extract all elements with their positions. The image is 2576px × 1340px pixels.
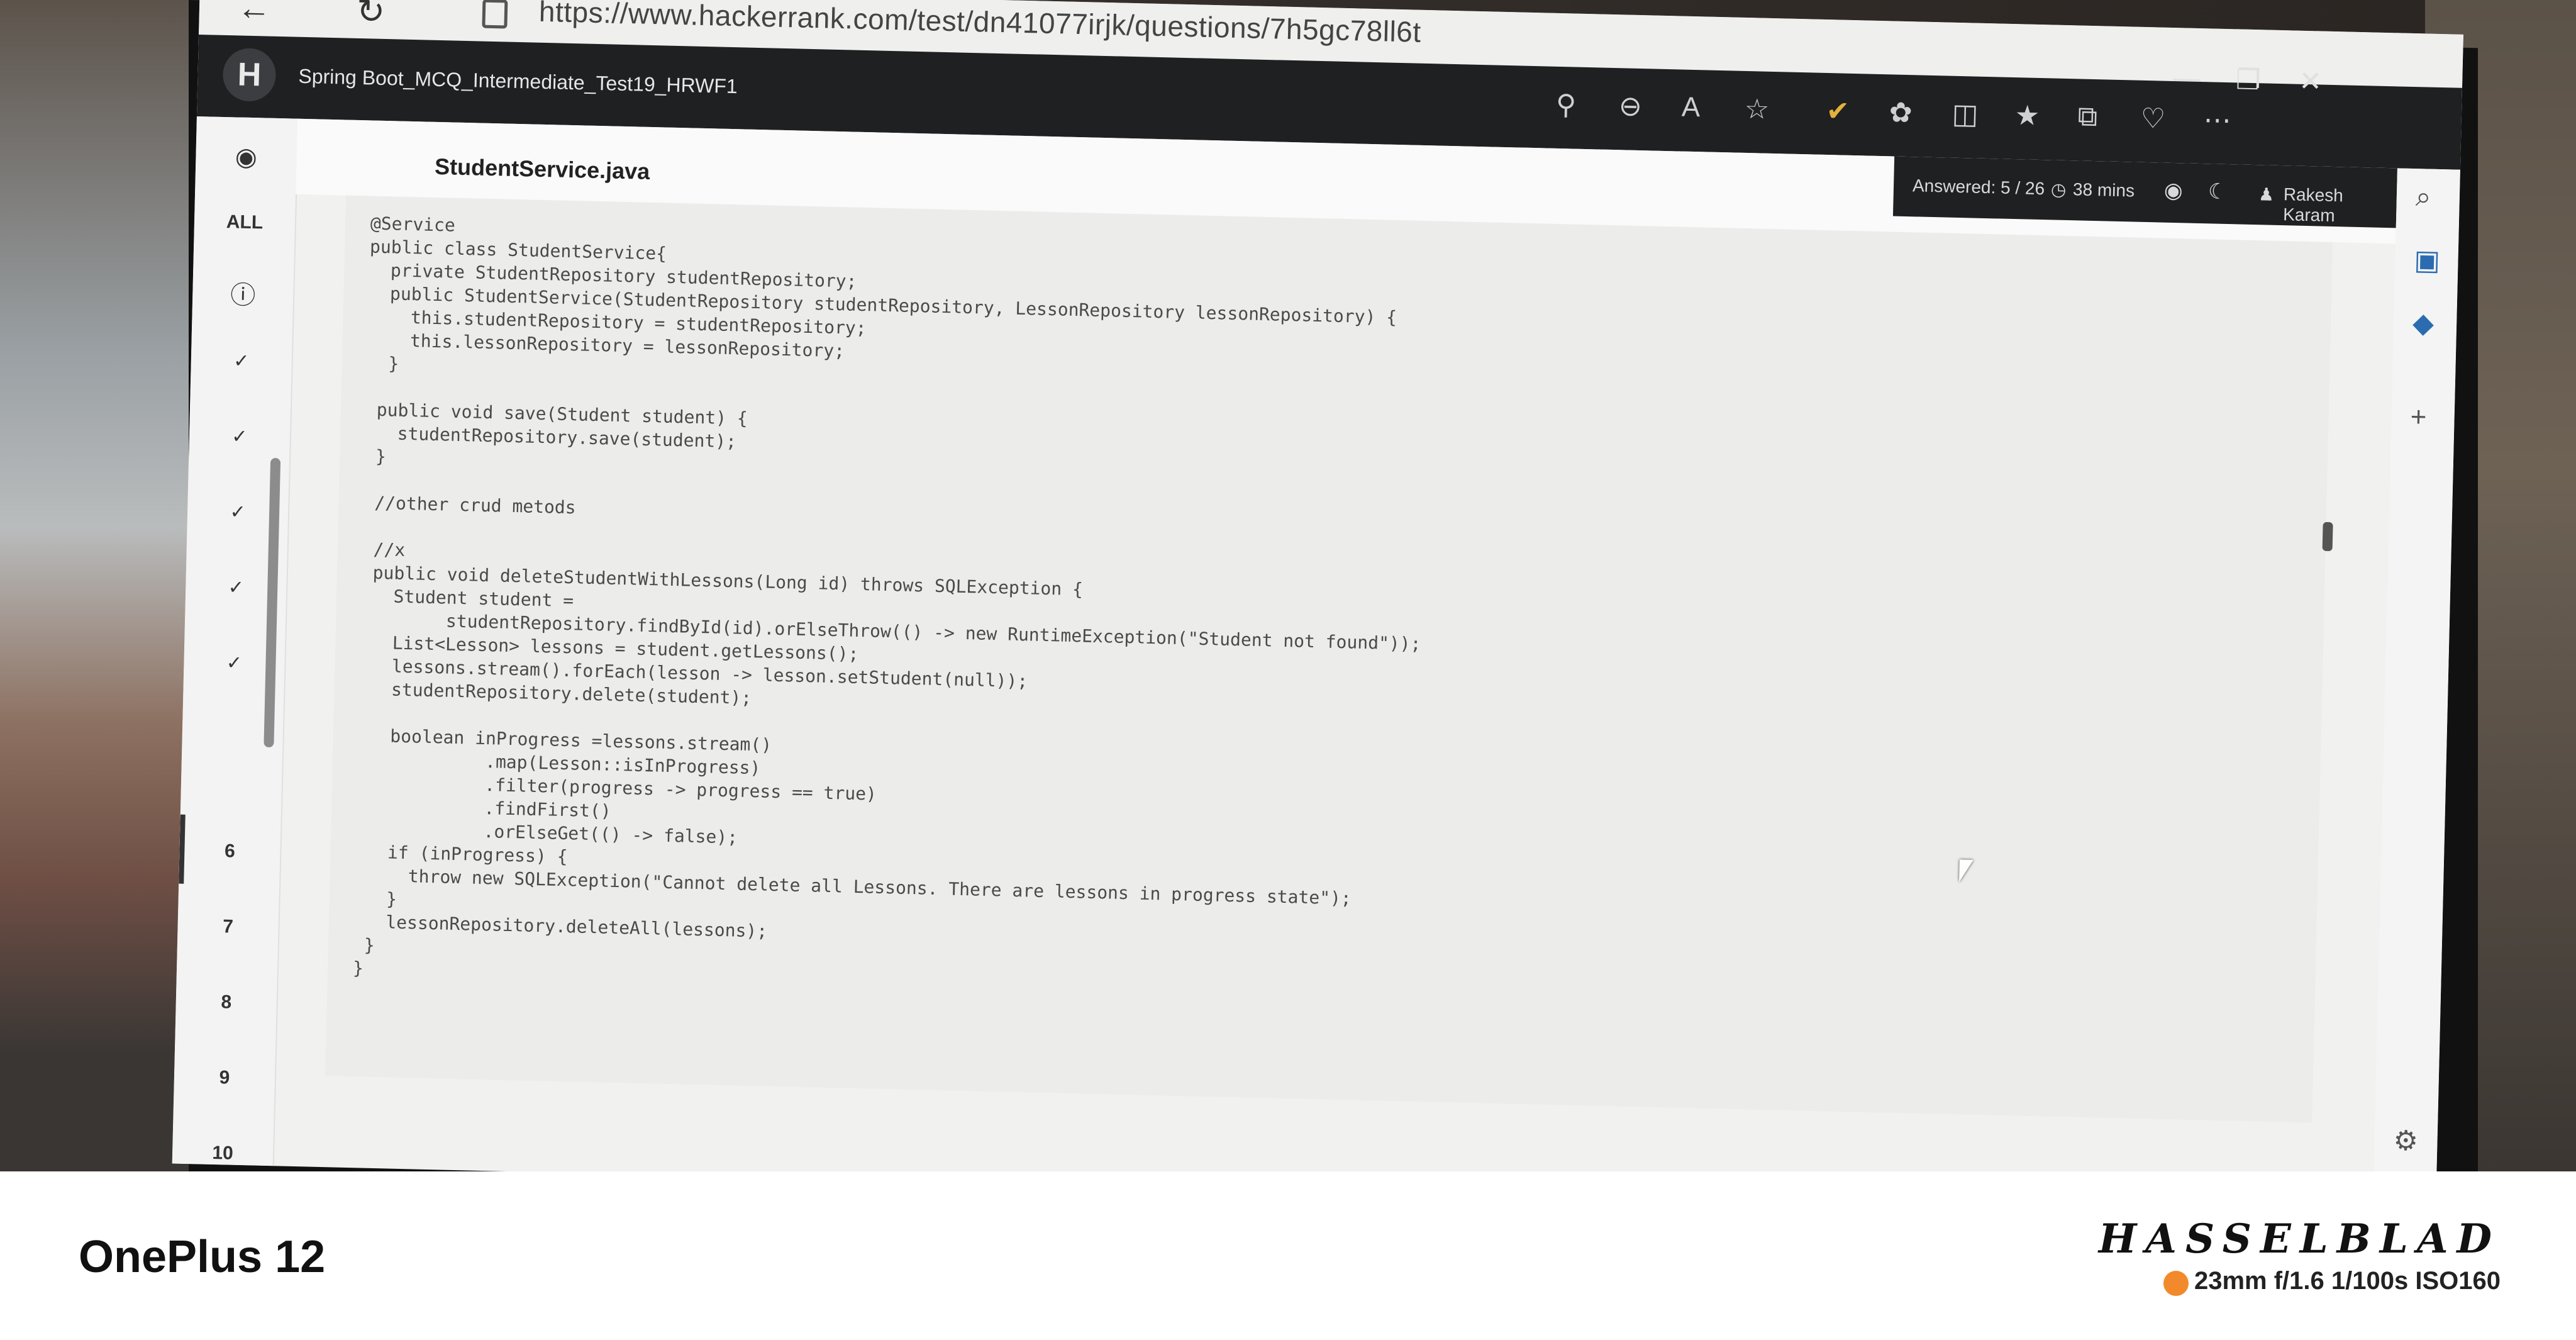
clock-icon: ◷ [2050,179,2067,200]
outlook-icon[interactable]: ▣ [2414,244,2441,277]
split-screen-icon[interactable]: ◫ [1951,98,1979,131]
key-icon[interactable]: ⚲ [1555,89,1576,121]
code-snippet: @Service public class StudentService{ pr… [352,213,1421,979]
answered-count: Answered: 5 / 26 [1912,176,2045,199]
more-options-icon[interactable]: ⋯ [2203,104,2231,137]
question-7[interactable]: 7 [177,915,279,939]
office-icon[interactable]: ◆ [2412,307,2434,340]
status-bar: Answered: 5 / 26 ◷ 38 mins ◉ ☾ ♟ Rakesh … [1892,156,2397,228]
search-icon[interactable]: ⌕ [2415,181,2431,213]
lock-icon[interactable] [482,0,508,29]
restore-button[interactable]: ❐ [2236,64,2262,96]
add-icon[interactable]: + [2410,401,2427,433]
all-questions-tab[interactable]: ALL [194,211,296,235]
test-title: Spring Boot_MCQ_Intermediate_Test19_HRWF… [298,64,738,98]
question-6[interactable]: 6 [179,840,280,864]
code-panel: @Service public class StudentService{ pr… [325,195,2333,1123]
question-8[interactable]: 8 [175,991,277,1015]
collections-icon[interactable]: ⧉ [2077,101,2098,133]
favorite-star-icon[interactable]: ☆ [1744,93,1770,126]
close-button[interactable]: ✕ [2299,65,2323,98]
dark-mode-icon[interactable]: ☾ [2208,179,2228,204]
reload-icon[interactable]: ↻ [356,0,386,31]
back-icon[interactable]: ← [236,0,271,28]
question-10[interactable]: 10 [172,1141,274,1165]
time-remaining: 38 mins [2072,179,2135,201]
hackerrank-logo: H [222,47,277,102]
laptop-screen: ← ↻ https://www.hackerrank.com/test/dn41… [172,0,2464,1171]
camera-specs: 23mm f/1.6 1/100s ISO160 [2194,1267,2501,1295]
user-name[interactable]: Rakesh Karam [2283,184,2397,227]
info-icon[interactable]: ⓘ [192,274,294,313]
photo-area: ← ↻ https://www.hackerrank.com/test/dn41… [0,0,2576,1171]
user-icon[interactable]: ♟ [2258,184,2275,205]
file-title: StudentService.java [434,153,650,184]
read-aloud-icon[interactable]: A [1681,92,1701,124]
camera-brand: HASSELBLAD [2098,1215,2501,1263]
zoom-out-icon[interactable]: ⊖ [1618,90,1642,123]
answered-check-icon[interactable]: ✓ [189,425,291,449]
settings-icon[interactable]: ⚙ [2393,1125,2419,1158]
compass-icon[interactable]: ◉ [196,142,297,173]
device-name: OnePlus 12 [79,1232,326,1282]
favorites-icon[interactable]: ★ [2014,99,2040,132]
minimize-button[interactable]: — [2173,62,2201,94]
address-bar[interactable]: https://www.hackerrank.com/test/dn41077i… [538,0,1421,49]
scrollbar-thumb[interactable] [2322,522,2333,552]
camera-dot-icon [2163,1271,2189,1296]
performance-icon[interactable]: ♡ [2140,103,2166,135]
eye-icon[interactable]: ◉ [2164,178,2184,204]
answered-check-icon[interactable]: ✓ [191,349,292,374]
mouse-cursor [1959,859,1974,883]
camera-footer: OnePlus 12 HASSELBLAD 23mm f/1.6 1/100s … [0,1171,2576,1340]
extensions-icon[interactable]: ✿ [1889,96,1913,129]
question-9[interactable]: 9 [174,1066,275,1090]
extension-check-icon[interactable]: ✔ [1826,95,1850,128]
